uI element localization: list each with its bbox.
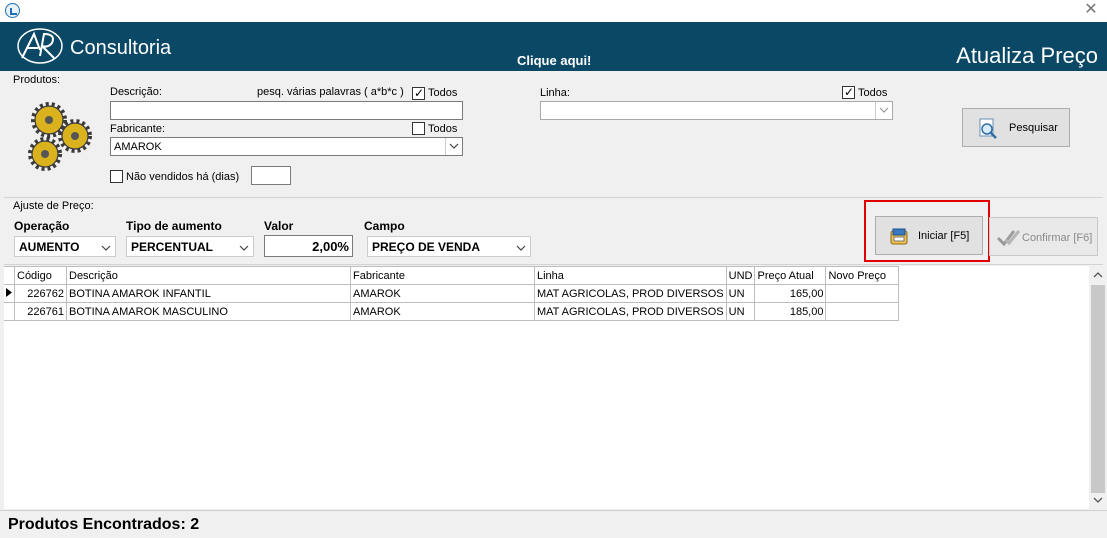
fabricante-select-value: AMAROK (114, 141, 162, 153)
table-header-row: Código Descrição Fabricante Linha UND Pr… (4, 266, 900, 285)
produtos-encontrados-text: Produtos Encontrados: 2 (8, 516, 200, 533)
cell-codigo[interactable]: 226762 (14, 284, 67, 303)
row-indicator-header (4, 266, 15, 285)
chevron-down-icon[interactable] (445, 138, 462, 155)
cell-und[interactable]: UN (725, 284, 756, 303)
descricao-todos-label: Todos (428, 87, 458, 99)
cell-descricao[interactable]: BOTINA AMAROK MASCULINO (66, 302, 351, 321)
cell-descricao[interactable]: BOTINA AMAROK INFANTIL (66, 284, 351, 303)
products-table: Código Descrição Fabricante Linha UND Pr… (4, 266, 900, 321)
campo-label: Campo (364, 219, 405, 233)
fabricante-todos-label: Todos (428, 123, 458, 135)
confirmar-button[interactable]: Confirmar [F6] (989, 217, 1098, 256)
nao-vendidos-dias-input[interactable] (251, 166, 291, 185)
linha-label: Linha: (540, 87, 570, 99)
chevron-down-icon[interactable] (239, 245, 249, 251)
double-check-icon (996, 230, 1021, 247)
pesquisar-label: Pesquisar (1009, 122, 1058, 134)
cell-linha[interactable]: MAT AGRICOLAS, PROD DIVERSOS (534, 284, 727, 303)
chevron-down-icon[interactable] (875, 102, 892, 119)
pesquisar-button[interactable]: Pesquisar (962, 108, 1070, 147)
row-indicator (4, 302, 15, 321)
scroll-down-icon[interactable] (1093, 497, 1103, 504)
iniciar-button[interactable]: Iniciar [F5] (875, 216, 983, 255)
app-icon (5, 3, 20, 18)
calculator-icon (890, 228, 908, 245)
products-grid[interactable]: Código Descrição Fabricante Linha UND Pr… (4, 266, 1089, 509)
confirmar-label: Confirmar [F6] (1022, 232, 1093, 244)
tipo-aumento-value: PERCENTUAL (131, 240, 214, 254)
operacao-label: Operação (14, 219, 70, 233)
campo-select[interactable]: PREÇO DE VENDA (367, 236, 531, 257)
fabricante-todos-checkbox[interactable] (412, 122, 425, 135)
fabricante-label: Fabricante: (110, 123, 166, 135)
cell-fabricante[interactable]: AMAROK (350, 302, 535, 321)
descricao-label: Descrição: (110, 86, 162, 98)
search-icon (979, 118, 997, 139)
cell-preco-atual[interactable]: 185,00 (754, 302, 827, 321)
valor-label: Valor (264, 219, 294, 233)
divider (4, 264, 1103, 265)
divider (4, 197, 1103, 198)
clique-aqui-link[interactable]: Clique aqui! (517, 53, 591, 68)
column-header-codigo[interactable]: Código (14, 266, 67, 285)
column-header-descricao[interactable]: Descrição (66, 266, 351, 285)
column-header-linha[interactable]: Linha (534, 266, 727, 285)
chevron-down-icon[interactable] (101, 245, 111, 251)
tipo-aumento-label: Tipo de aumento (126, 219, 222, 233)
iniciar-label: Iniciar [F5] (918, 230, 970, 242)
close-button[interactable]: ✕ (1083, 1, 1099, 19)
column-header-und[interactable]: UND (725, 266, 756, 285)
cell-linha[interactable]: MAT AGRICOLAS, PROD DIVERSOS (534, 302, 727, 321)
chevron-down-icon[interactable] (516, 245, 526, 251)
logo-icon (17, 28, 63, 64)
valor-value: 2,00% (312, 239, 349, 254)
nao-vendidos-label: Não vendidos há (dias) (126, 171, 240, 183)
fabricante-select[interactable]: AMAROK (110, 137, 463, 156)
title-bar (0, 0, 1107, 22)
operacao-select[interactable]: AUMENTO (14, 236, 116, 257)
scrollbar-thumb[interactable] (1091, 285, 1105, 493)
nao-vendidos-checkbox[interactable] (110, 170, 123, 183)
produtos-group-label: Produtos: (13, 74, 61, 86)
operacao-value: AUMENTO (19, 240, 80, 254)
tipo-aumento-select[interactable]: PERCENTUAL (126, 236, 254, 257)
gears-icon (28, 102, 92, 171)
table-row[interactable]: 226762 BOTINA AMAROK INFANTIL AMAROK MAT… (4, 284, 900, 303)
descricao-input[interactable] (110, 101, 463, 120)
linha-todos-label: Todos (858, 87, 888, 99)
scroll-up-icon[interactable] (1093, 271, 1103, 278)
column-header-novo-preco[interactable]: Novo Preço (825, 266, 900, 285)
cell-fabricante[interactable]: AMAROK (350, 284, 535, 303)
linha-todos-checkbox[interactable] (842, 85, 855, 99)
table-row[interactable]: 226761 BOTINA AMAROK MASCULINO AMAROK MA… (4, 302, 900, 321)
cell-novo-preco[interactable] (825, 302, 900, 321)
page-title: Atualiza Preço (956, 43, 1098, 68)
current-row-indicator-icon (4, 284, 15, 303)
column-header-preco-atual[interactable]: Preço Atual (754, 266, 827, 285)
multi-word-hint: pesq. várias palavras ( a*b*c ) (257, 86, 404, 98)
linha-select[interactable] (540, 101, 893, 120)
cell-preco-atual[interactable]: 165,00 (754, 284, 827, 303)
header-banner: Consultoria Clique aqui! Atualiza Preço (0, 22, 1107, 71)
ajuste-group-label: Ajuste de Preço: (13, 200, 94, 212)
column-header-fabricante[interactable]: Fabricante (350, 266, 535, 285)
cell-novo-preco[interactable] (825, 284, 900, 303)
descricao-todos-checkbox[interactable] (412, 86, 425, 100)
campo-value: PREÇO DE VENDA (372, 240, 481, 254)
logo-text: Consultoria (70, 37, 172, 59)
cell-und[interactable]: UN (725, 302, 756, 321)
cell-codigo[interactable]: 226761 (14, 302, 67, 321)
valor-input[interactable]: 2,00% (264, 235, 353, 257)
